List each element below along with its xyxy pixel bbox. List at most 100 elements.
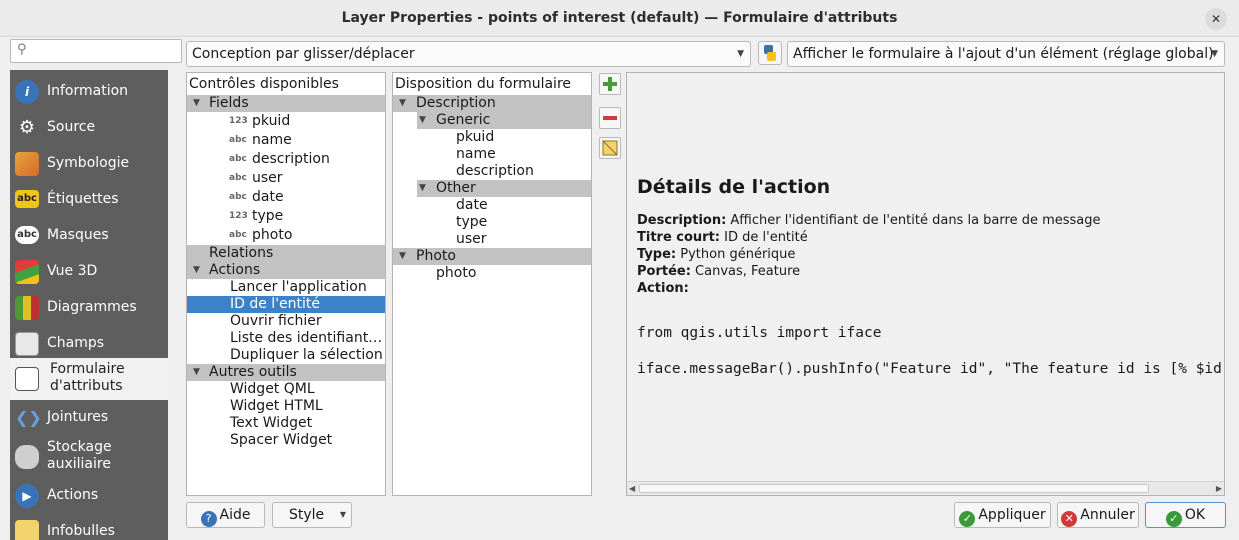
sidebar: i Information ⚙ Source Symbologie abc Ét… xyxy=(10,70,168,540)
layout-field-item[interactable]: pkuid xyxy=(393,129,591,146)
ok-button[interactable]: ✓ OK xyxy=(1145,502,1226,528)
designer-mode-select[interactable]: Conception par glisser/déplacer ▼ xyxy=(186,41,751,67)
diagrams-icon xyxy=(15,296,39,320)
actions-icon: ▶ xyxy=(15,484,39,508)
invert-selection-icon xyxy=(602,140,618,156)
3d-view-icon xyxy=(15,260,39,284)
tree-item-widget[interactable]: Text Widget xyxy=(187,415,385,432)
detail-value: ID de l'entité xyxy=(720,230,808,245)
sidebar-item-masks[interactable]: abc Masques xyxy=(10,218,168,254)
scroll-right-icon[interactable]: ▶ xyxy=(1216,482,1222,495)
form-open-mode-select[interactable]: Afficher le formulaire à l'ajout d'un él… xyxy=(787,41,1225,67)
tree-item-label: type xyxy=(252,208,284,224)
sidebar-item-attributes-form[interactable]: Formulaire d'attributs xyxy=(10,358,168,400)
sidebar-item-label: auxiliaire xyxy=(47,456,111,472)
sidebar-item-label: Vue 3D xyxy=(47,263,98,279)
sidebar-item-joins[interactable]: ❮❯ Jointures xyxy=(10,400,168,436)
tree-item-label: Text Widget xyxy=(230,415,313,431)
tree-item-widget[interactable]: Widget HTML xyxy=(187,398,385,415)
sidebar-item-information[interactable]: i Information xyxy=(10,74,168,110)
python-init-button[interactable] xyxy=(758,41,782,65)
apply-button[interactable]: ✓ Appliquer xyxy=(954,502,1051,528)
code-line: iface.messageBar().pushInfo("Feature id"… xyxy=(637,361,1225,377)
sidebar-item-auxiliary-storage[interactable]: Stockage auxiliaire xyxy=(10,436,168,478)
button-label: Annuler xyxy=(1080,507,1135,523)
chevron-down-icon: ▼ xyxy=(193,265,200,275)
sidebar-item-actions[interactable]: ▶ Actions xyxy=(10,478,168,514)
detail-key: Portée: xyxy=(637,264,691,279)
horizontal-scrollbar[interactable]: ◀ ▶ xyxy=(627,481,1224,495)
string-type-icon: abc xyxy=(229,154,247,164)
layout-field-item[interactable]: photo xyxy=(393,265,591,282)
invert-selection-button[interactable] xyxy=(599,137,621,159)
tree-item-label: name xyxy=(456,146,496,162)
tree-item-field[interactable]: 123 type xyxy=(187,208,385,227)
tree-item-field[interactable]: 123 pkuid xyxy=(187,113,385,132)
add-container-button[interactable] xyxy=(599,73,621,95)
available-controls-title: Contrôles disponibles xyxy=(189,76,339,92)
search-input[interactable] xyxy=(35,42,175,60)
layout-field-item[interactable]: name xyxy=(393,146,591,163)
group-other[interactable]: ▼ Other xyxy=(417,180,591,197)
tree-item-label: photo xyxy=(252,227,293,243)
tree-item-action[interactable]: Dupliquer la sélection xyxy=(187,347,385,364)
tree-item-widget[interactable]: Widget QML xyxy=(187,381,385,398)
tree-item-label: Widget QML xyxy=(230,381,315,397)
form-open-mode-value: Afficher le formulaire à l'ajout d'un él… xyxy=(793,46,1214,62)
integer-type-icon: 123 xyxy=(229,116,248,126)
help-icon: ? xyxy=(200,511,217,527)
tree-item-action[interactable]: Lancer l'application xyxy=(187,279,385,296)
tree-group-other-tools[interactable]: ▼ Autres outils xyxy=(187,364,385,381)
detail-value: Canvas, Feature xyxy=(690,264,801,279)
designer-mode-value: Conception par glisser/déplacer xyxy=(192,46,415,62)
masks-icon: abc xyxy=(15,226,39,244)
tab-photo[interactable]: ▼ Photo xyxy=(393,248,591,265)
button-label: Aide xyxy=(219,507,251,523)
tree-item-field[interactable]: abc description xyxy=(187,151,385,170)
sidebar-item-fields[interactable]: Champs xyxy=(10,326,168,362)
close-icon[interactable]: ✕ xyxy=(1205,8,1227,30)
scrollbar-thumb[interactable] xyxy=(639,484,1149,493)
tab-description[interactable]: ▼ Description xyxy=(393,95,591,112)
tree-item-action[interactable]: Liste des identifiant… xyxy=(187,330,385,347)
tree-item-widget[interactable]: Spacer Widget xyxy=(187,432,385,449)
tree-group-label: Photo xyxy=(416,248,456,264)
sidebar-item-tooltips[interactable]: Infobulles xyxy=(10,514,168,540)
tree-item-action[interactable]: Ouvrir fichier xyxy=(187,313,385,330)
tree-item-label: Dupliquer la sélection xyxy=(230,347,383,363)
symbology-icon xyxy=(15,152,39,176)
sidebar-item-source[interactable]: ⚙ Source xyxy=(10,110,168,146)
sidebar-item-labels[interactable]: abc Étiquettes xyxy=(10,182,168,218)
scroll-left-icon[interactable]: ◀ xyxy=(629,482,635,495)
tree-item-label: pkuid xyxy=(252,113,291,129)
detail-short-title: Titre court: ID de l'entité xyxy=(637,229,808,246)
tree-group-relations[interactable]: Relations xyxy=(187,245,385,262)
python-icon xyxy=(764,45,776,61)
chevron-down-icon: ▼ xyxy=(737,49,744,59)
tree-item-field[interactable]: abc user xyxy=(187,170,385,189)
tree-group-fields[interactable]: ▼ Fields xyxy=(187,95,385,112)
cancel-button[interactable]: ✕ Annuler xyxy=(1057,502,1139,528)
remove-item-button[interactable] xyxy=(599,107,621,129)
sidebar-item-symbology[interactable]: Symbologie xyxy=(10,146,168,182)
tree-item-label: user xyxy=(252,170,283,186)
search-box[interactable]: ⚲ xyxy=(10,39,182,63)
tree-group-label: Other xyxy=(436,180,476,196)
sidebar-item-diagrams[interactable]: Diagrammes xyxy=(10,290,168,326)
group-generic[interactable]: ▼ Generic xyxy=(417,112,591,129)
help-button[interactable]: ? Aide xyxy=(186,502,265,528)
detail-key: Description: xyxy=(637,213,727,228)
layout-field-item[interactable]: description xyxy=(393,163,591,180)
tree-item-action-selected[interactable]: ID de l'entité xyxy=(187,296,385,313)
style-menu-button[interactable]: Style ▼ xyxy=(272,502,352,528)
tree-group-actions[interactable]: ▼ Actions xyxy=(187,262,385,279)
layout-field-item[interactable]: type xyxy=(393,214,591,231)
sidebar-item-3d-view[interactable]: Vue 3D xyxy=(10,254,168,290)
sidebar-item-label: Source xyxy=(47,119,96,135)
layout-field-item[interactable]: user xyxy=(393,231,591,248)
tree-item-field[interactable]: abc date xyxy=(187,189,385,208)
sidebar-item-label: Étiquettes xyxy=(47,191,119,207)
tree-item-field[interactable]: abc photo xyxy=(187,227,385,246)
layout-field-item[interactable]: date xyxy=(393,197,591,214)
tree-item-field[interactable]: abc name xyxy=(187,132,385,151)
